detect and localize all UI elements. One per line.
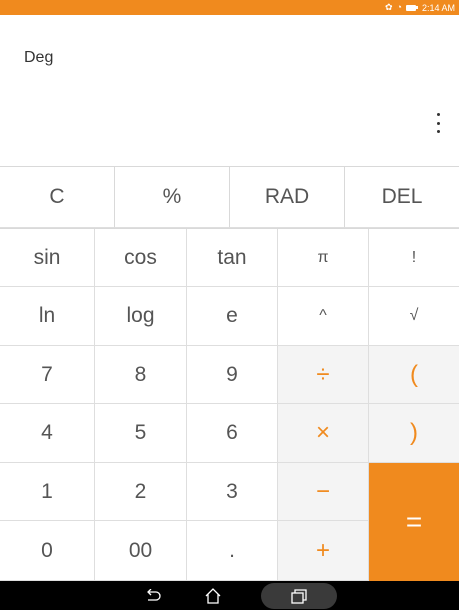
system-nav-bar	[0, 581, 459, 610]
cos-button[interactable]: cos	[95, 229, 187, 287]
back-icon[interactable]	[123, 581, 183, 610]
digit-0-button[interactable]: 0	[0, 521, 95, 581]
sin-button[interactable]: sin	[0, 229, 95, 287]
notification-icon: ✿	[384, 2, 393, 12]
e-button[interactable]: e	[187, 287, 278, 346]
left-paren-button[interactable]: (	[369, 346, 459, 404]
digit-4-button[interactable]: 4	[0, 404, 95, 463]
angle-mode-label: Deg	[24, 49, 54, 66]
status-time: 2:14 AM	[421, 2, 455, 13]
digit-5-button[interactable]: 5	[95, 404, 187, 463]
recent-apps-icon[interactable]	[260, 582, 337, 609]
add-button[interactable]: +	[278, 521, 369, 581]
right-paren-button[interactable]: )	[369, 404, 459, 463]
status-bar: ✿ ◔ 2:14 AM	[0, 0, 459, 15]
pi-button[interactable]: π	[278, 229, 369, 287]
divide-button[interactable]: ÷	[278, 346, 369, 404]
digit-9-button[interactable]: 9	[187, 346, 278, 404]
calculator-display: Deg	[0, 15, 459, 167]
tan-button[interactable]: tan	[187, 229, 278, 287]
digit-8-button[interactable]: 8	[95, 346, 187, 404]
digit-1-button[interactable]: 1	[0, 463, 95, 521]
wifi-icon: ◔	[396, 2, 402, 12]
ln-button[interactable]: ln	[0, 287, 95, 346]
percent-button[interactable]: %	[115, 167, 230, 228]
clear-button[interactable]: C	[0, 167, 115, 228]
decimal-point-button[interactable]: .	[187, 521, 278, 581]
overflow-menu-icon[interactable]	[435, 113, 441, 133]
log-button[interactable]: log	[95, 287, 187, 346]
factorial-button[interactable]: !	[369, 229, 459, 287]
equals-button[interactable]: =	[369, 463, 459, 581]
battery-icon	[405, 4, 418, 11]
delete-button[interactable]: DEL	[345, 167, 459, 228]
digit-6-button[interactable]: 6	[187, 404, 278, 463]
digit-2-button[interactable]: 2	[95, 463, 187, 521]
function-row: C % RAD DEL	[0, 167, 459, 229]
keypad: sin cos tan π ! ln log e ^ √ 7 8 9 ÷ ( 4…	[0, 229, 459, 581]
double-zero-button[interactable]: 00	[95, 521, 187, 581]
power-button[interactable]: ^	[278, 287, 369, 346]
rad-toggle-button[interactable]: RAD	[230, 167, 345, 228]
sqrt-button[interactable]: √	[369, 287, 459, 346]
digit-7-button[interactable]: 7	[0, 346, 95, 404]
subtract-button[interactable]: −	[278, 463, 369, 521]
digit-3-button[interactable]: 3	[187, 463, 278, 521]
home-icon[interactable]	[183, 581, 243, 610]
multiply-button[interactable]: ×	[278, 404, 369, 463]
